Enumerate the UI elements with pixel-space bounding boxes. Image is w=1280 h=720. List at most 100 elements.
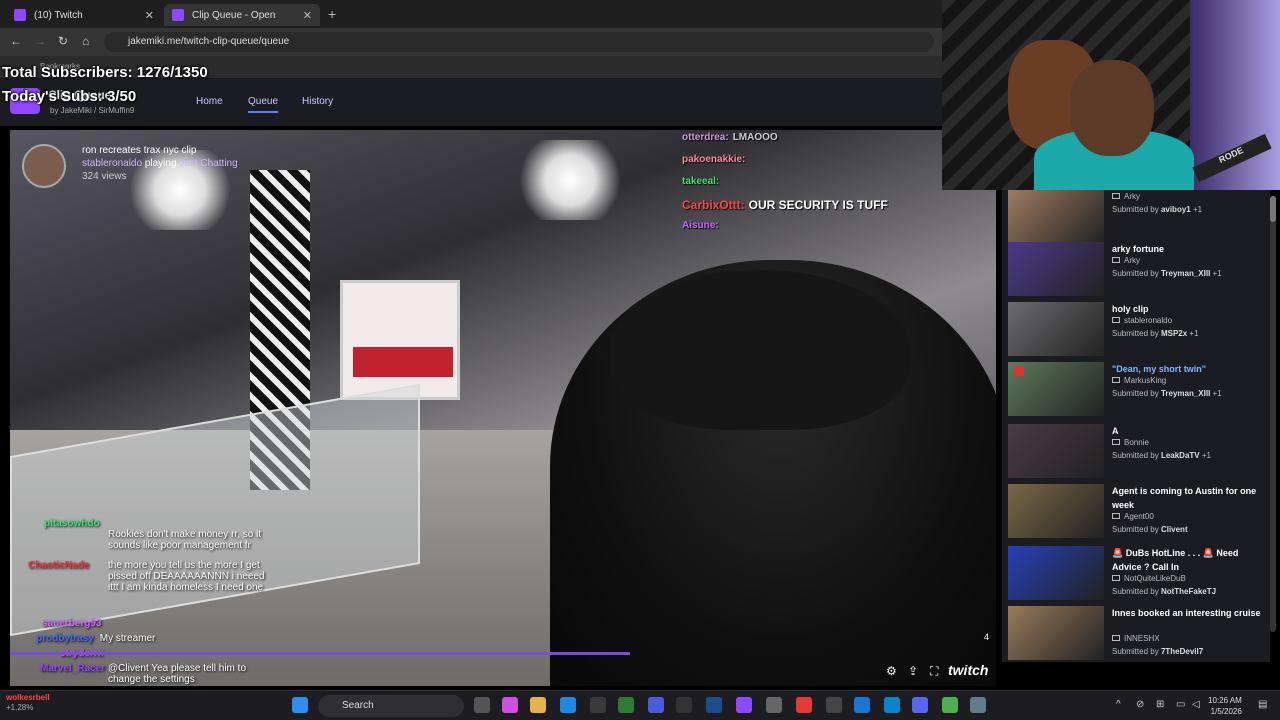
nav-queue[interactable]: Queue [248, 96, 279, 113]
video-player[interactable]: ron recreates trax nyc clip stableronald… [10, 130, 996, 686]
webcam-overlay: RODE [942, 0, 1280, 190]
clip-thumbnail[interactable] [1008, 424, 1104, 478]
queue-item[interactable]: holy clip stableronaldo Submitted by MSP2x… [1006, 302, 1266, 360]
app-icon[interactable] [648, 697, 664, 713]
showcase-image [340, 280, 460, 400]
clip-thumbnail[interactable] [1008, 302, 1104, 356]
nav-home[interactable]: Home [196, 96, 223, 107]
clip-title: "Dean, my short twin" [1112, 364, 1207, 374]
store-icon[interactable] [590, 697, 606, 713]
chrome-icon[interactable] [942, 697, 958, 713]
tray-chevron-icon[interactable]: ^ [1116, 699, 1121, 710]
windows-start-icon[interactable] [292, 697, 308, 713]
trash-icon[interactable] [1014, 366, 1024, 376]
channel-icon [1112, 513, 1120, 519]
photos-icon[interactable] [884, 697, 900, 713]
clock-time: 10:26 AM [1208, 696, 1242, 705]
clip-thumbnail[interactable] [1008, 242, 1104, 296]
home-icon[interactable]: ⌂ [82, 34, 89, 48]
clip-streamer[interactable]: stableronaldo [82, 158, 142, 169]
nav-history[interactable]: History [302, 96, 333, 107]
clock-date: 1/5/2026 [1210, 707, 1242, 716]
queue-item[interactable]: 🚨 DuBs HotLine . . . 🚨 Need Advice ? Cal… [1006, 546, 1266, 604]
clock[interactable]: 10:26 AM 1/5/2026 [1208, 695, 1242, 717]
tab-clip-queue[interactable]: Clip Queue - Open ✕ [164, 4, 320, 26]
obs-icon[interactable] [766, 697, 782, 713]
total-subscribers-counter: Total Subscribers: 1276/1350 [2, 64, 208, 81]
author-sirmuffin[interactable]: SirMuffin9 [98, 106, 134, 115]
tray-icon[interactable]: ⊞ [1156, 699, 1164, 710]
taskbar-search[interactable]: Search [318, 695, 464, 717]
clip-channel: stableronaldo [1112, 316, 1172, 325]
queue-item[interactable]: arky fortune Arky Submitted by Treyman_XII… [1006, 242, 1266, 300]
clip-submitter: Submitted by MSP2x +1 [1112, 329, 1199, 338]
notification-icon[interactable]: ▤ [1258, 699, 1267, 710]
forward-icon[interactable]: → [34, 34, 46, 48]
tab-twitch[interactable]: (10) Twitch ✕ [6, 4, 162, 26]
share-icon[interactable]: ⇪ [908, 664, 918, 678]
terminal-icon[interactable] [676, 697, 692, 713]
queue-item[interactable]: A Bonnie Submitted by LeakDaTV +1 [1006, 424, 1266, 482]
queue-item[interactable]: Innes booked an interesting cruise INNESH… [1006, 606, 1266, 662]
notepad-icon[interactable] [854, 697, 870, 713]
streamer-avatar[interactable] [22, 144, 66, 188]
chrome-icon[interactable] [796, 697, 812, 713]
new-tab-icon[interactable]: + [328, 6, 336, 22]
close-tab-icon[interactable]: ✕ [303, 9, 312, 22]
channel-icon [1112, 377, 1120, 383]
fullscreen-icon[interactable]: ⛶ [930, 664, 938, 679]
excel-icon[interactable] [618, 697, 634, 713]
clip-title: A [1112, 426, 1119, 436]
stream-chat-line: ChaoticNade the more you tell us the mor… [28, 560, 265, 593]
back-icon[interactable]: ← [10, 34, 22, 48]
steam-icon[interactable] [706, 697, 722, 713]
stream-chat-line: Marvel_Racer @Clivent Yea please tell hi… [40, 663, 247, 685]
close-tab-icon[interactable]: ✕ [145, 9, 154, 22]
settings-gear-icon[interactable]: ⚙ [886, 664, 897, 678]
playing-label: playing [144, 158, 177, 169]
today-subs-counter: Today's Subs: 3/50 [2, 88, 137, 105]
queue-item[interactable]: Arky Submitted by aviboy1 +1 [1006, 190, 1266, 248]
task-view-icon[interactable] [474, 697, 490, 713]
video-chat-line: CarbixOttt: OUR SECURITY IS TUFF [682, 198, 888, 212]
clip-thumbnail[interactable] [1008, 606, 1104, 660]
settings-icon[interactable] [970, 697, 986, 713]
author-jakemiki[interactable]: JakeMiki [61, 106, 92, 115]
file-explorer-icon[interactable] [530, 697, 546, 713]
clip-title: 🚨 DuBs HotLine . . . 🚨 Need Advice ? Cal… [1112, 548, 1239, 572]
video-chat-line: Aisune: [682, 220, 719, 231]
screen: (10) Twitch ✕ Clip Queue - Open ✕ + ← → … [0, 0, 1280, 720]
channel-icon [1112, 193, 1120, 199]
video-progress-bar[interactable] [10, 652, 630, 655]
browser-nav-bar: ← → ↻ ⌂ jakemiki.me/twitch-clip-queue/qu… [0, 28, 942, 56]
discord-icon[interactable] [912, 697, 928, 713]
volume-icon[interactable]: ◁ [1192, 699, 1200, 710]
clip-title: Agent is coming to Austin for one week [1112, 486, 1257, 510]
clip-info: ron recreates trax nyc clip stableronald… [22, 144, 238, 188]
address-bar[interactable]: jakemiki.me/twitch-clip-queue/queue [104, 32, 934, 52]
clip-submitter: Submitted by Treyman_XIII +1 [1112, 389, 1222, 398]
clip-thumbnail[interactable] [1008, 546, 1104, 600]
queue-item[interactable]: Agent is coming to Austin for one week Ag… [1006, 484, 1266, 542]
clip-submitter: Submitted by 7TheDevil7 [1112, 647, 1204, 656]
app-icon[interactable] [826, 697, 842, 713]
copilot-icon[interactable] [502, 697, 518, 713]
clip-thumbnail[interactable] [1008, 190, 1104, 244]
edge-icon[interactable] [560, 697, 576, 713]
video-chat-line: takeeal: [682, 176, 720, 187]
queue-item[interactable]: "Dean, my short twin" MarkusKing Submitted… [1006, 362, 1266, 420]
stream-chat-line: pitasowhdo Rookies don't make money rr, … [44, 518, 262, 551]
tray-icon[interactable]: ⊘ [1136, 699, 1144, 710]
clip-submitter: Submitted by LeakDaTV +1 [1112, 451, 1211, 460]
reload-icon[interactable]: ↻ [58, 34, 68, 48]
monitor-icon[interactable]: ▭ [1176, 699, 1185, 710]
stream-chat-line: sauerberg93 [42, 618, 102, 629]
stock-ticker[interactable]: wolkesrbell +1.28% [6, 693, 50, 713]
clip-thumbnail[interactable] [1008, 484, 1104, 538]
twitch-logo[interactable]: twitch [948, 662, 988, 678]
clip-channel: INNESHX [1112, 634, 1160, 643]
scrollbar[interactable] [1270, 196, 1276, 632]
clip-category[interactable]: Just Chatting [179, 158, 237, 169]
twitch-app-icon[interactable] [736, 697, 752, 713]
clip-channel: NotQuiteLikeDuB [1112, 574, 1186, 583]
